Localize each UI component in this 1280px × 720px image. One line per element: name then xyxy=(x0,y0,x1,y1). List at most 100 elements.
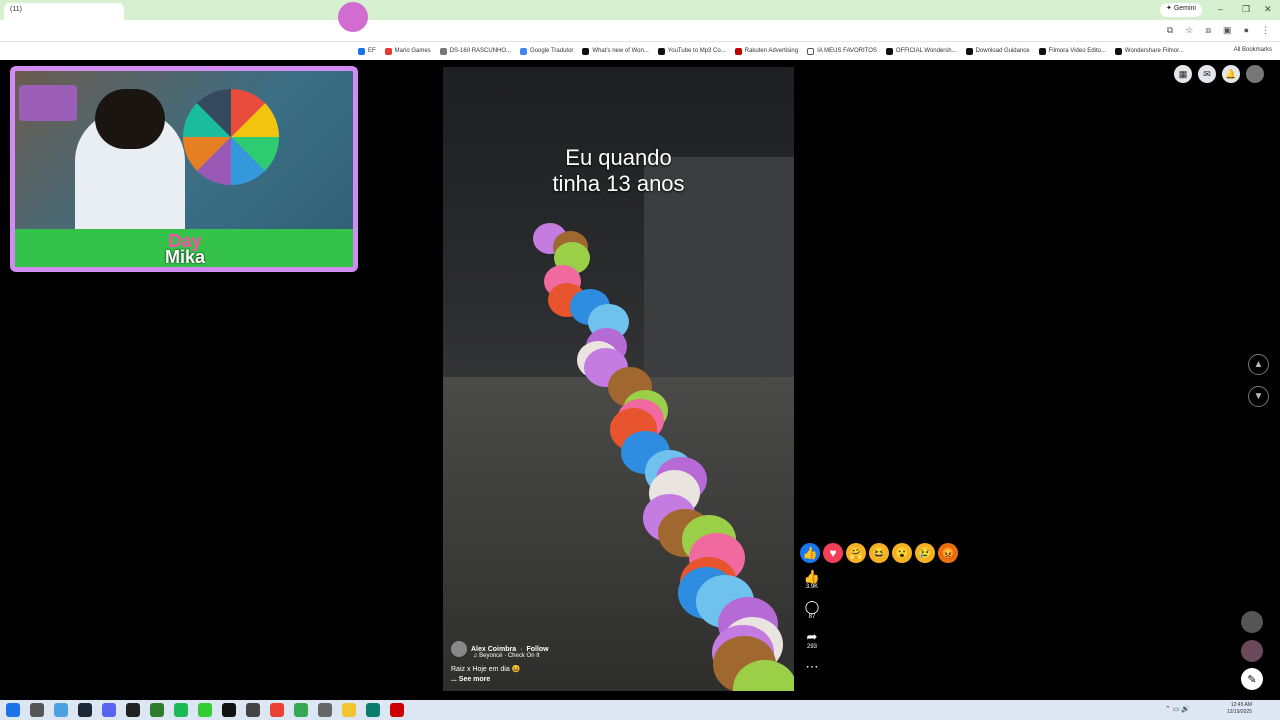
menu-icon[interactable]: ⋮ xyxy=(1261,25,1270,36)
app-icon[interactable] xyxy=(222,703,236,717)
bookmark-item[interactable]: Google Tradutor xyxy=(520,47,573,55)
brand-mika: Mika xyxy=(165,247,206,267)
bookmark-item[interactable]: Filmora Video Edito... xyxy=(1038,47,1106,55)
app-icon[interactable] xyxy=(390,703,404,717)
clock[interactable]: 12:45 AM 12/19/2025 xyxy=(1227,702,1252,716)
see-more-link[interactable]: ... See more xyxy=(451,676,549,683)
compose-icon[interactable]: ✎ xyxy=(1241,668,1263,690)
bookmark-item[interactable]: What's new of Won... xyxy=(582,47,649,55)
chrome-icon[interactable] xyxy=(294,703,308,717)
chrome-icon[interactable] xyxy=(270,703,284,717)
spotify-icon[interactable] xyxy=(174,703,188,717)
taskbar: ⌃ ▭ 🔊 12:45 AM 12/19/2025 xyxy=(0,700,1280,720)
bookmark-item[interactable]: DS-160 RASCUNHO... xyxy=(439,47,511,55)
pacifier-decoration xyxy=(338,2,368,32)
contact-avatar[interactable] xyxy=(1241,611,1263,633)
love-reaction-icon[interactable]: ♥ xyxy=(823,543,843,563)
app-icon[interactable] xyxy=(54,703,68,717)
notifications-icon[interactable]: 🔔 xyxy=(1222,65,1240,83)
care-reaction-icon[interactable]: 🤗 xyxy=(846,543,866,563)
all-bookmarks[interactable]: All Bookmarks xyxy=(1234,47,1272,53)
author-avatar[interactable] xyxy=(451,641,467,657)
streamer-hair xyxy=(95,89,165,149)
angry-reaction-icon[interactable]: 😡 xyxy=(938,543,958,563)
reel-viewer: ✕ Eu quando tinha 13 anos Alex Coimbra ·… xyxy=(0,2,1280,700)
like-reaction-icon[interactable]: 👍 xyxy=(800,543,820,563)
share-count: 293 xyxy=(806,644,817,650)
streamer-brand: Day Mika xyxy=(165,232,206,267)
start-icon[interactable] xyxy=(6,703,20,717)
next-reel-button[interactable]: ▼ xyxy=(1248,386,1269,407)
close-window-icon[interactable]: ✕ xyxy=(1264,4,1272,15)
reaction-picker: 👍 ♥ 🤗 😆 😮 😢 😡 xyxy=(800,543,958,563)
post-text: Raiz x Hoje em dia 😆 xyxy=(451,666,521,673)
sidepanel-icon[interactable]: ▣ xyxy=(1223,25,1232,36)
discord-icon[interactable] xyxy=(102,703,116,717)
browser-tab[interactable]: (11) xyxy=(4,3,124,20)
caption-line-1: Eu quando xyxy=(565,145,672,170)
steam-icon[interactable] xyxy=(78,703,92,717)
haha-reaction-icon[interactable]: 😆 xyxy=(869,543,889,563)
comment-button[interactable]: ◯ 87 xyxy=(800,599,824,621)
star-icon[interactable]: ☆ xyxy=(1185,25,1193,36)
bookmark-item[interactable]: Download Guidance xyxy=(965,47,1030,55)
obs-icon[interactable] xyxy=(246,703,260,717)
apps-grid-icon[interactable]: ▦ xyxy=(1174,65,1192,83)
contact-avatar[interactable] xyxy=(1241,640,1263,662)
account-avatar[interactable] xyxy=(1246,65,1264,83)
sad-reaction-icon[interactable]: 😢 xyxy=(915,543,935,563)
comment-count: 87 xyxy=(808,614,816,620)
reel-video[interactable]: Eu quando tinha 13 anos Alex Coimbra · F… xyxy=(443,67,794,691)
bookmark-item[interactable]: Wondershare Filmor... xyxy=(1114,47,1184,55)
extensions-icon[interactable]: ⧈ xyxy=(1205,25,1211,36)
like-button[interactable]: 👍 3.9K xyxy=(800,569,824,591)
bookmark-item[interactable]: Mario Games xyxy=(384,47,431,55)
fb-top-icons: ▦ ✉ 🔔 xyxy=(1174,65,1264,83)
bookmark-item[interactable]: YouTube to Mp3 Co... xyxy=(657,47,726,55)
profile-icon[interactable]: ● xyxy=(1244,25,1249,36)
bookmark-item[interactable]: Rakuten Advertising xyxy=(734,47,798,55)
restore-icon[interactable]: ❐ xyxy=(1242,4,1250,15)
video-caption: Eu quando tinha 13 anos xyxy=(443,145,794,197)
bookmark-item[interactable]: EF xyxy=(358,47,376,55)
share-button[interactable]: ➦ 293 xyxy=(800,629,824,651)
music-label[interactable]: ♫ Beyoncé · Check On It xyxy=(473,653,549,659)
books-decoration xyxy=(19,85,77,121)
folder-icon[interactable] xyxy=(342,703,356,717)
like-count: 3.9K xyxy=(805,584,819,590)
post-meta: Alex Coimbra · Follow ♫ Beyoncé · Check … xyxy=(451,641,549,683)
messenger-icon[interactable]: ✉ xyxy=(1198,65,1216,83)
caption-line-2: tinha 13 anos xyxy=(552,171,685,196)
app-icon[interactable] xyxy=(198,703,212,717)
author-name[interactable]: Alex Coimbra xyxy=(471,646,516,653)
taskview-icon[interactable] xyxy=(30,703,44,717)
bookmark-item[interactable]: OFFICIAL Wondersh... xyxy=(885,47,957,55)
bookmarks-bar: EF Mario Games DS-160 RASCUNHO... Google… xyxy=(0,42,1280,60)
like-icon: 👍 xyxy=(803,569,821,584)
follow-button[interactable]: Follow xyxy=(526,646,548,653)
address-bar[interactable]: ⧉ ☆ ⧈ ▣ ● ⋮ xyxy=(0,20,1280,42)
settings-icon[interactable] xyxy=(318,703,332,717)
prize-wheel xyxy=(183,89,279,185)
gemini-label: Gemini xyxy=(1173,5,1196,12)
clock-time: 12:45 AM xyxy=(1230,702,1252,708)
wow-reaction-icon[interactable]: 😮 xyxy=(892,543,912,563)
minimize-icon[interactable]: – xyxy=(1218,4,1223,14)
app-icon[interactable] xyxy=(126,703,140,717)
share-icon: ➦ xyxy=(806,629,818,644)
more-icon: ⋯ xyxy=(805,659,819,674)
more-button[interactable]: ⋯ xyxy=(800,660,824,674)
system-tray[interactable]: ⌃ ▭ 🔊 xyxy=(1165,705,1190,713)
previous-reel-button[interactable]: ▲ xyxy=(1248,354,1269,375)
post-actions: 👍 3.9K ◯ 87 ➦ 293 ⋯ xyxy=(800,570,824,684)
tab-title: (11) xyxy=(10,6,22,13)
terminal-icon[interactable] xyxy=(150,703,164,717)
app-icon[interactable] xyxy=(366,703,380,717)
bookmark-folder[interactable]: IA MEUS FAVORITOS xyxy=(807,47,877,55)
install-icon[interactable]: ⧉ xyxy=(1167,25,1173,36)
browser-titlebar: (11) ✦ Gemini – ❐ ✕ xyxy=(0,0,1280,20)
gemini-button[interactable]: ✦ Gemini xyxy=(1160,3,1202,17)
streamer-webcam-overlay: Day Mika xyxy=(10,66,358,272)
clock-date: 12/19/2025 xyxy=(1226,709,1252,715)
comment-icon: ◯ xyxy=(804,599,820,614)
